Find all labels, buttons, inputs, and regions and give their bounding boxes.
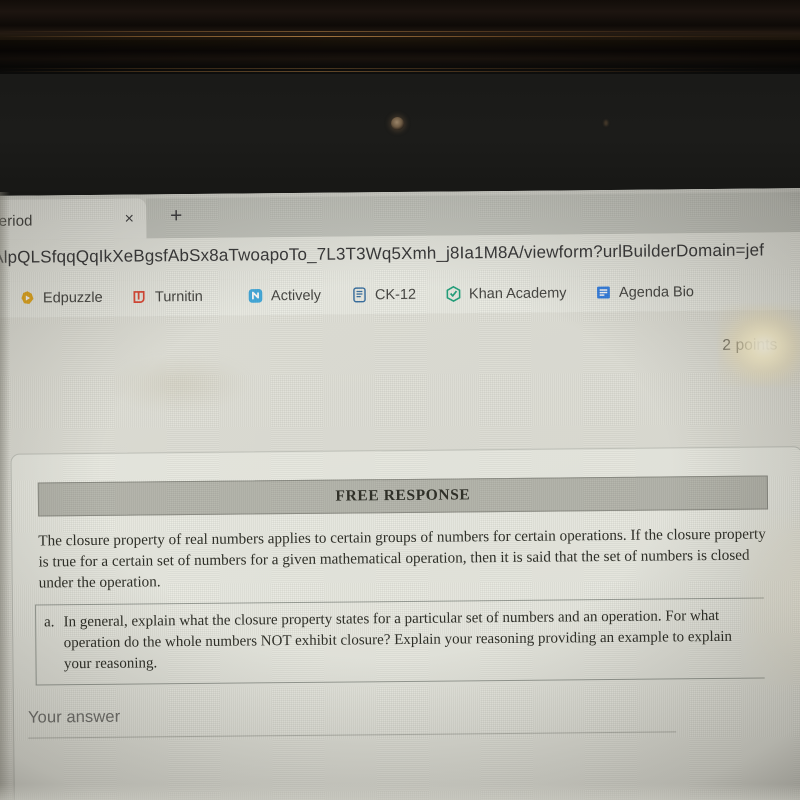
turnitin-icon (131, 288, 148, 305)
khan-academy-icon (445, 285, 462, 303)
bookmark-label: CK-12 (374, 286, 417, 303)
bookmark-item-ck12[interactable]: CK-12 (351, 286, 416, 304)
free-response-banner-label: FREE RESPONSE (335, 486, 471, 505)
question-points-1: 2 points (722, 336, 778, 354)
google-docs-icon (595, 284, 612, 301)
webcam-icon (391, 117, 404, 130)
bezel-highlight (0, 36, 800, 37)
bezel-highlight (0, 68, 800, 69)
laptop-screen: period × + FAlpQLSfqqQqIkXeBgsfAbSx8aTwo… (0, 187, 800, 800)
bookmark-label: Turnitin (154, 288, 203, 305)
bookmark-item-edpuzzle[interactable]: Edpuzzle (19, 289, 103, 307)
answer-field-1[interactable]: Your answer (27, 702, 688, 739)
bezel-highlight (0, 71, 800, 72)
browser-tab[interactable]: period × (0, 198, 147, 241)
google-form-page: 2 points FREE RESPONSE The closure prope… (0, 309, 800, 800)
tab-title: period (0, 212, 33, 230)
bookmark-label: Actively (270, 287, 322, 304)
new-tab-icon[interactable]: + (164, 204, 188, 228)
close-icon[interactable]: × (120, 211, 138, 229)
bookmark-item-khan-academy[interactable]: Khan Academy (445, 284, 567, 303)
bookmark-item-actively[interactable]: Actively (247, 287, 321, 305)
bookmark-item-turnitin[interactable]: Turnitin (131, 288, 203, 306)
free-response-banner: FREE RESPONSE (37, 475, 769, 517)
bezel-speck (604, 120, 608, 126)
bookmark-item-agenda-bio[interactable]: Agenda Bio (595, 283, 694, 301)
ck12-icon (351, 286, 368, 303)
tab-strip-empty-area (146, 191, 800, 239)
actively-icon (247, 287, 264, 304)
question-card-1: FREE RESPONSE The closure property of re… (10, 446, 800, 800)
question-part-text: In general, explain what the closure pro… (63, 607, 733, 673)
bookmark-label: Khan Academy (468, 284, 567, 302)
bezel-highlight (0, 31, 800, 32)
question-part-label: a. (44, 614, 55, 631)
bookmark-label: Edpuzzle (42, 289, 103, 306)
browser-tab-strip: period × + (0, 187, 800, 241)
laptop-photo: period × + FAlpQLSfqqQqIkXeBgsfAbSx8aTwo… (0, 0, 800, 800)
question-part-a-box: a. In general, explain what the closure … (34, 597, 765, 686)
question-stem: The closure property of real numbers app… (38, 525, 766, 592)
bookmark-label: Agenda Bio (618, 283, 695, 301)
answer-underline (28, 731, 677, 739)
answer-placeholder: Your answer (27, 707, 121, 727)
edpuzzle-icon (19, 289, 36, 306)
laptop-bezel (0, 0, 800, 196)
